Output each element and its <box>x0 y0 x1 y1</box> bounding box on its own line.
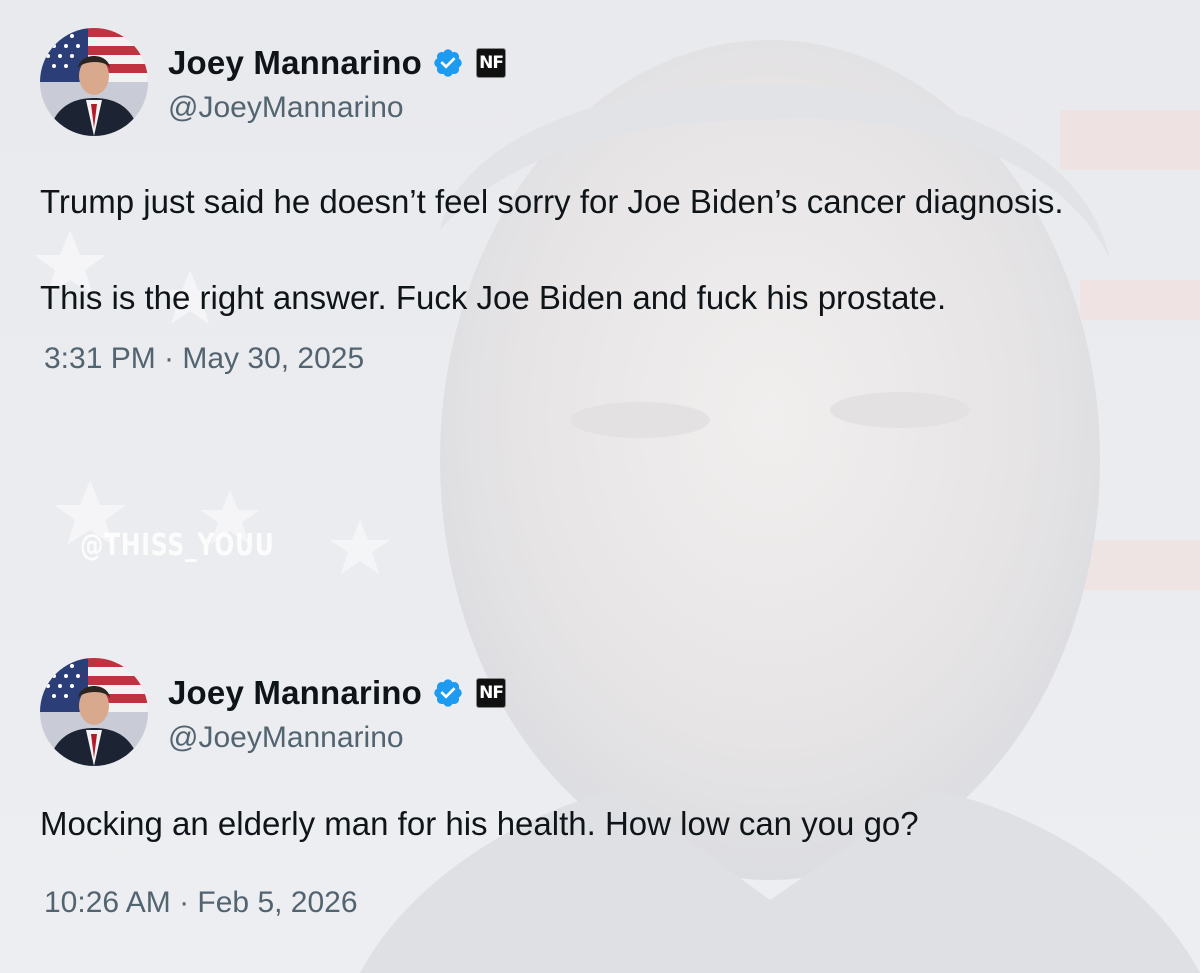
watermark-text: @THISS_YOUU <box>80 528 275 563</box>
tweet-card: Joey Mannarino NF @JoeyMannarino Mocking… <box>40 658 1160 920</box>
tweet-timestamp[interactable]: 10:26 AM · Feb 5, 2026 <box>44 886 1160 920</box>
author-names: Joey Mannarino NF @JoeyMannarino <box>168 669 507 755</box>
verified-badge-icon <box>432 47 464 79</box>
handle[interactable]: @JoeyMannarino <box>168 91 506 125</box>
author-names: Joey Mannarino NF @JoeyMannarino <box>168 39 507 125</box>
avatar[interactable] <box>40 658 148 766</box>
display-name[interactable]: Joey Mannarino <box>168 44 422 82</box>
tweet-header: Joey Mannarino NF @JoeyMannarino <box>40 658 1160 766</box>
tweet-card: Joey Mannarino NF @JoeyMannarino Trump j… <box>40 28 1160 376</box>
verified-badge-icon <box>432 677 464 709</box>
tweet-header: Joey Mannarino NF @JoeyMannarino <box>40 28 1160 136</box>
nf-affiliate-badge-icon: NF <box>476 678 507 708</box>
avatar[interactable] <box>40 28 148 136</box>
tweet-timestamp[interactable]: 3:31 PM · May 30, 2025 <box>44 342 1160 376</box>
handle[interactable]: @JoeyMannarino <box>168 721 506 755</box>
display-name[interactable]: Joey Mannarino <box>168 674 422 712</box>
tweet-text: Trump just said he doesn’t feel sorry fo… <box>40 183 1064 316</box>
nf-affiliate-badge-icon: NF <box>476 48 507 78</box>
tweet-text: Mocking an elderly man for his health. H… <box>40 805 919 842</box>
